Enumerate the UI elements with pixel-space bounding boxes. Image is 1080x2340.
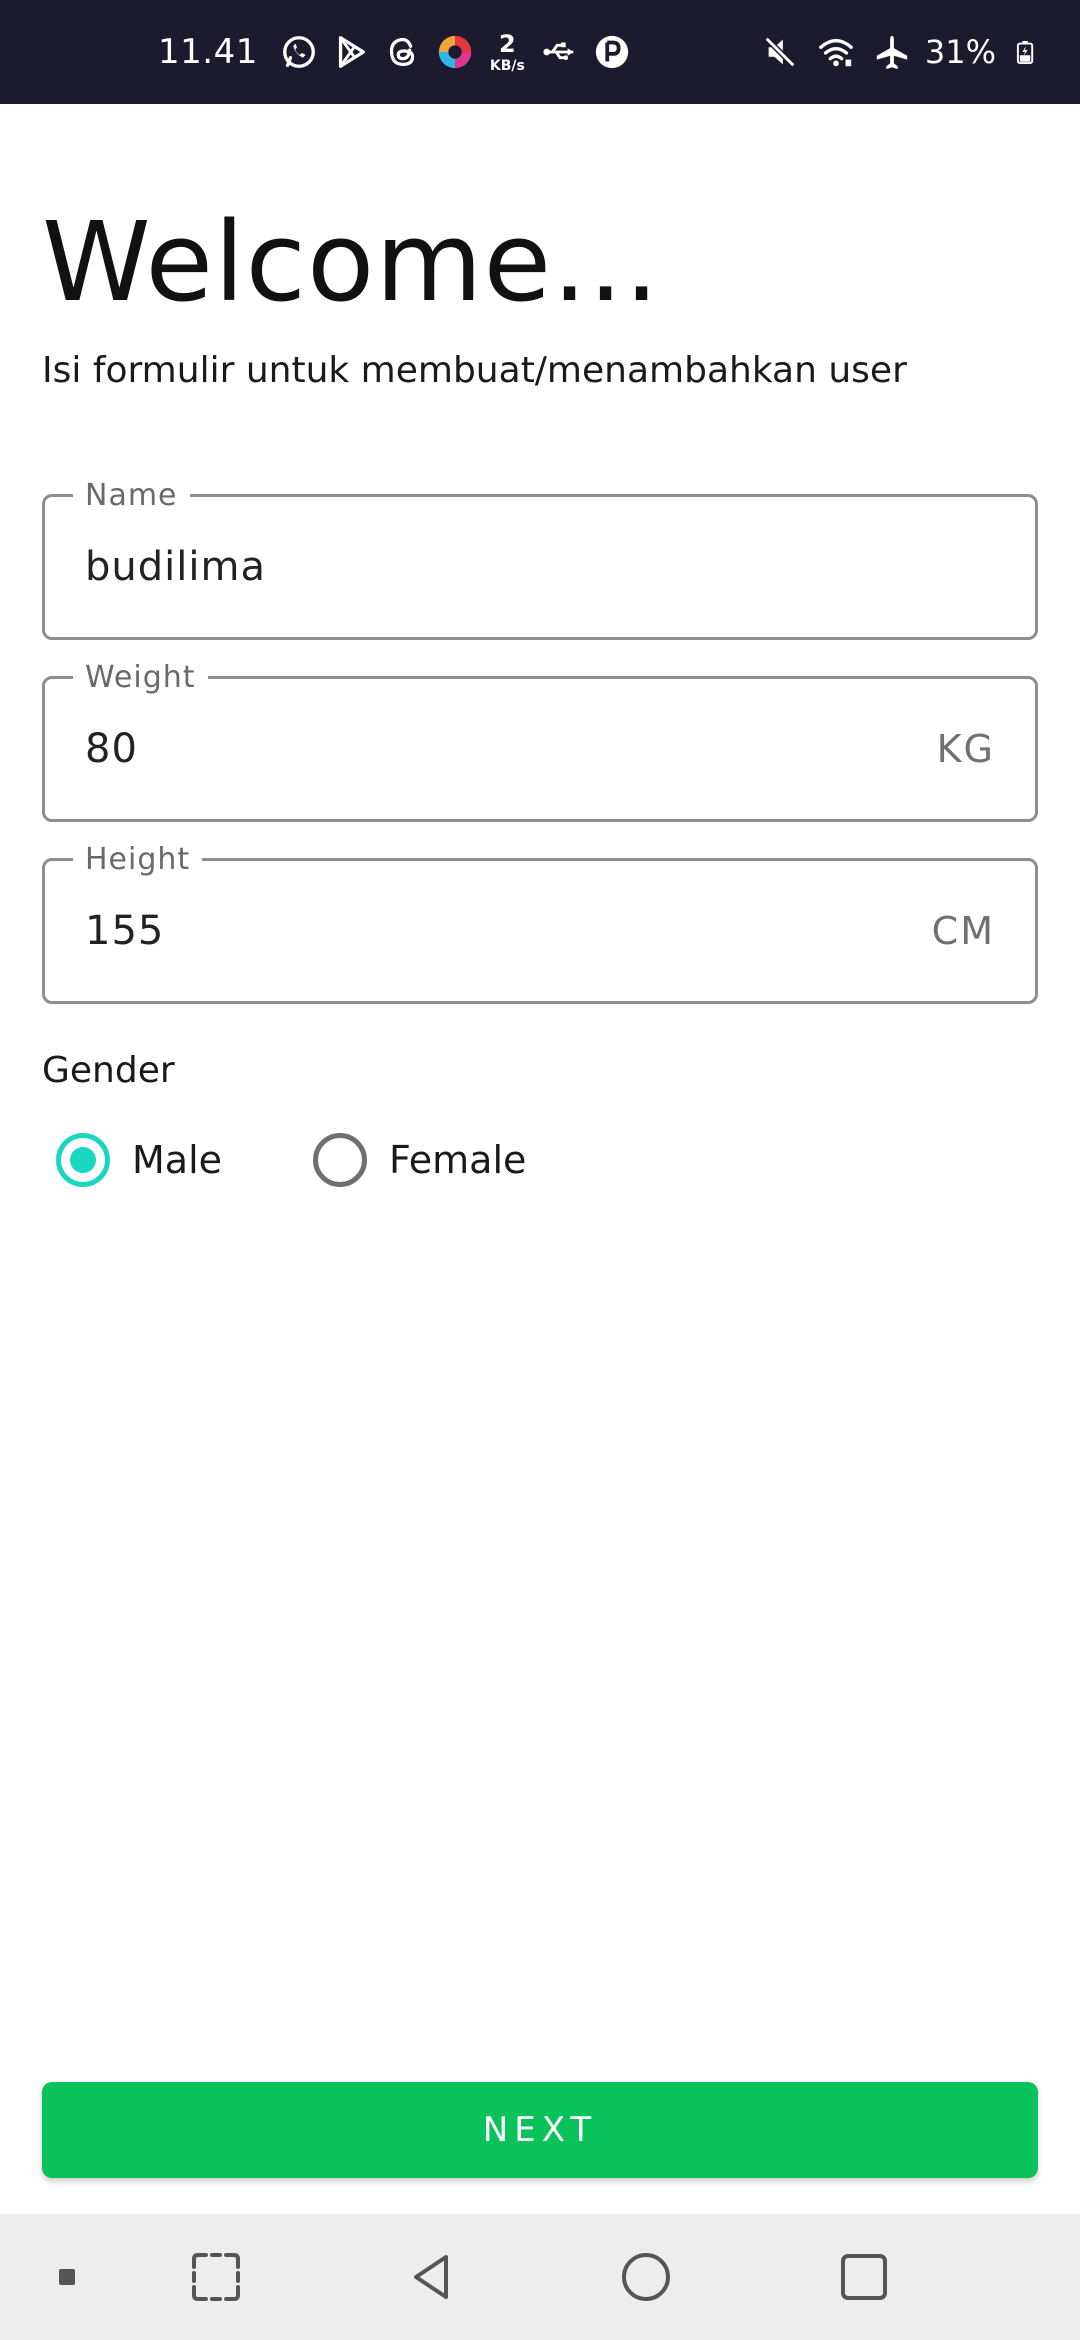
- radio-selected-icon[interactable]: [56, 1133, 110, 1187]
- height-unit-suffix: CM: [931, 909, 995, 953]
- status-bar: 11.41 2 KB/s 31%: [0, 0, 1080, 104]
- recents-icon: [841, 2254, 887, 2300]
- colorful-app-icon: [438, 35, 471, 69]
- height-field[interactable]: Height 155 CM: [42, 843, 1038, 1004]
- nav-recents[interactable]: [834, 2214, 894, 2340]
- status-bar-right: 31%: [761, 0, 1040, 104]
- back-icon: [414, 2255, 448, 2299]
- network-speed-unit: KB/s: [489, 57, 525, 74]
- app-p-icon: [595, 35, 628, 69]
- clock: 11.41: [158, 32, 258, 72]
- weight-unit-suffix: KG: [936, 727, 995, 771]
- battery-icon: [1016, 40, 1034, 65]
- weight-input[interactable]: 80: [85, 679, 885, 819]
- gender-radio-label: Male: [132, 1138, 223, 1182]
- airplane-icon: [876, 35, 908, 70]
- gender-label: Gender: [42, 1050, 175, 1091]
- usb-icon: [543, 42, 574, 61]
- whatsapp-icon: [282, 36, 315, 68]
- next-button[interactable]: NEXT: [42, 2082, 1038, 2178]
- height-input[interactable]: 155: [85, 861, 885, 1001]
- nav-small-square[interactable]: [46, 2214, 88, 2340]
- name-input[interactable]: budilima: [85, 497, 885, 637]
- weight-field[interactable]: Weight 80 KG: [42, 661, 1038, 822]
- network-speed-value: 2: [498, 29, 516, 58]
- nav-home[interactable]: [616, 2214, 676, 2340]
- gender-radio-label: Female: [389, 1138, 527, 1182]
- battery-percent: 31%: [924, 33, 996, 71]
- gender-radio-female[interactable]: Female: [313, 1130, 526, 1190]
- nav-screenshot[interactable]: [186, 2214, 246, 2340]
- play-store-icon: [338, 36, 365, 68]
- navigation-bar: [0, 2214, 1080, 2340]
- page-subtitle: Isi formulir untuk membuat/menambahkan u…: [42, 350, 907, 391]
- threads-icon: [389, 37, 414, 66]
- radio-unselected-icon[interactable]: [313, 1133, 367, 1187]
- status-bar-left: 11.41 2 KB/s: [158, 0, 631, 104]
- home-icon: [622, 2253, 670, 2301]
- small-square-icon: [59, 2269, 75, 2285]
- name-field[interactable]: Name budilima: [42, 479, 1038, 640]
- screenshot-icon: [192, 2253, 240, 2301]
- page-title: Welcome...: [42, 198, 661, 326]
- nav-back[interactable]: [402, 2214, 462, 2340]
- network-speed: 2 KB/s: [490, 32, 525, 73]
- mute-icon: [764, 36, 796, 68]
- wifi-icon: [819, 38, 853, 67]
- gender-radio-male[interactable]: Male: [56, 1130, 222, 1190]
- app-screen: 11.41 2 KB/s 31% Welcome... Isi formulir…: [0, 0, 1080, 2340]
